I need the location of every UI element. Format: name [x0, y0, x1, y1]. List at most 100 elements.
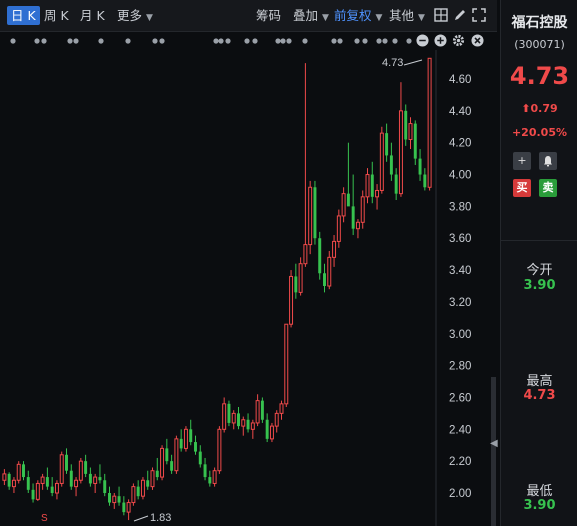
candle-body	[7, 473, 11, 487]
indicator-dot	[41, 38, 47, 44]
candle-body	[98, 477, 102, 481]
candle	[294, 263, 298, 299]
candle	[140, 477, 145, 500]
grid-layout-icon[interactable]	[434, 8, 448, 22]
candle	[11, 477, 16, 493]
price-change: ⬆0.79	[501, 102, 577, 115]
candle	[146, 470, 150, 490]
candle-body	[194, 442, 197, 452]
add-watchlist-button[interactable]: +	[513, 152, 531, 170]
indicator-dot	[286, 38, 292, 44]
candle-body	[16, 463, 21, 481]
candle	[255, 394, 260, 427]
candle	[198, 445, 202, 468]
candle	[108, 486, 111, 506]
candle	[84, 454, 88, 478]
candle	[346, 142, 350, 207]
price-tick-label: 3.60	[449, 233, 471, 245]
candle-body	[84, 461, 88, 474]
draw-pen-icon[interactable]	[453, 8, 467, 22]
candle-body	[237, 413, 240, 427]
open-value: 3.90	[523, 278, 556, 293]
candle-body	[246, 419, 250, 430]
candle	[165, 438, 169, 465]
buy-button[interactable]: 买	[513, 179, 531, 197]
candle-body	[174, 438, 179, 472]
quote-panel: 福石控股 (300071) 4.73 ⬆0.79 +20.05% + 买 卖 今…	[500, 0, 577, 526]
candle	[408, 117, 413, 150]
chevron-down-icon: ▼	[418, 13, 425, 23]
adjust-menu[interactable]: 前复权 ▼	[334, 6, 382, 25]
candle	[284, 323, 289, 408]
candle-body	[103, 480, 107, 493]
candle	[35, 480, 40, 501]
indicator-dot	[275, 38, 281, 44]
candle-body	[212, 470, 217, 484]
candle	[323, 263, 326, 293]
candle-body	[160, 447, 165, 478]
sell-button[interactable]: 卖	[539, 179, 557, 197]
low-value: 3.90	[523, 498, 556, 513]
indicator-dot	[218, 38, 224, 44]
candle	[98, 464, 102, 484]
price-tick-label: 2.00	[449, 488, 471, 500]
tab-daily-k[interactable]: 日 K	[7, 6, 40, 25]
candle	[69, 464, 73, 490]
collapse-panel-arrow-icon[interactable]: ◀	[490, 436, 498, 452]
tab-monthly-k[interactable]: 月 K	[80, 6, 105, 25]
max-marker: 4.73	[382, 57, 423, 69]
candle-body	[370, 174, 374, 197]
candle	[59, 451, 64, 487]
settings-gear-icon[interactable]	[452, 34, 465, 47]
candle	[274, 410, 279, 433]
candle	[179, 429, 183, 452]
candle	[370, 161, 374, 204]
price-tick-label: 2.20	[449, 456, 471, 468]
close-icon[interactable]	[471, 34, 484, 47]
candle	[351, 174, 355, 236]
alert-bell-button[interactable]	[539, 152, 557, 170]
candle-body	[255, 400, 260, 424]
candle	[298, 257, 303, 296]
tab-weekly-k[interactable]: 周 K	[44, 6, 69, 25]
candle-body	[126, 502, 131, 513]
candle	[327, 250, 332, 290]
candle	[103, 473, 107, 497]
candle-body	[22, 464, 25, 478]
kline-chart[interactable]: 4.60 4.40 4.20 4.00 3.80 3.60 3.40 3.20 3.00 2.80…	[0, 50, 497, 526]
chips-button[interactable]: 筹码	[256, 6, 281, 25]
arrow-up-icon: ⬆	[521, 102, 531, 115]
fullscreen-icon[interactable]	[472, 8, 486, 22]
candle	[237, 407, 240, 430]
candle-body	[394, 174, 398, 194]
indicator-dot	[34, 38, 40, 44]
price-tick-label: 2.60	[449, 392, 471, 404]
chevron-down-icon: ▼	[375, 13, 383, 23]
zoom-in-icon[interactable]	[434, 34, 447, 47]
candle	[74, 477, 79, 497]
other-menu[interactable]: 其他 ▼	[389, 6, 425, 25]
candle	[174, 435, 179, 474]
candle	[418, 149, 422, 181]
candle	[313, 180, 317, 245]
candle	[160, 445, 165, 481]
candle	[217, 426, 222, 474]
candle-body	[385, 133, 389, 156]
candle-body	[269, 425, 274, 440]
candle	[336, 209, 341, 248]
price-tick-label: 3.80	[449, 201, 471, 213]
zoom-out-icon[interactable]	[416, 34, 429, 47]
more-menu[interactable]: 更多 ▼	[117, 6, 153, 25]
candle	[65, 448, 68, 474]
candle	[222, 397, 227, 433]
price-tick-label: 2.80	[449, 361, 471, 373]
candle-body	[298, 263, 303, 293]
candle-body	[150, 470, 155, 488]
candle	[250, 419, 255, 439]
candle	[40, 473, 45, 490]
candle	[31, 483, 35, 503]
candle-body	[260, 400, 264, 420]
overlay-menu[interactable]: 叠加 ▼	[293, 6, 329, 25]
low-label: 最低	[526, 484, 553, 499]
candle-body	[222, 403, 227, 430]
